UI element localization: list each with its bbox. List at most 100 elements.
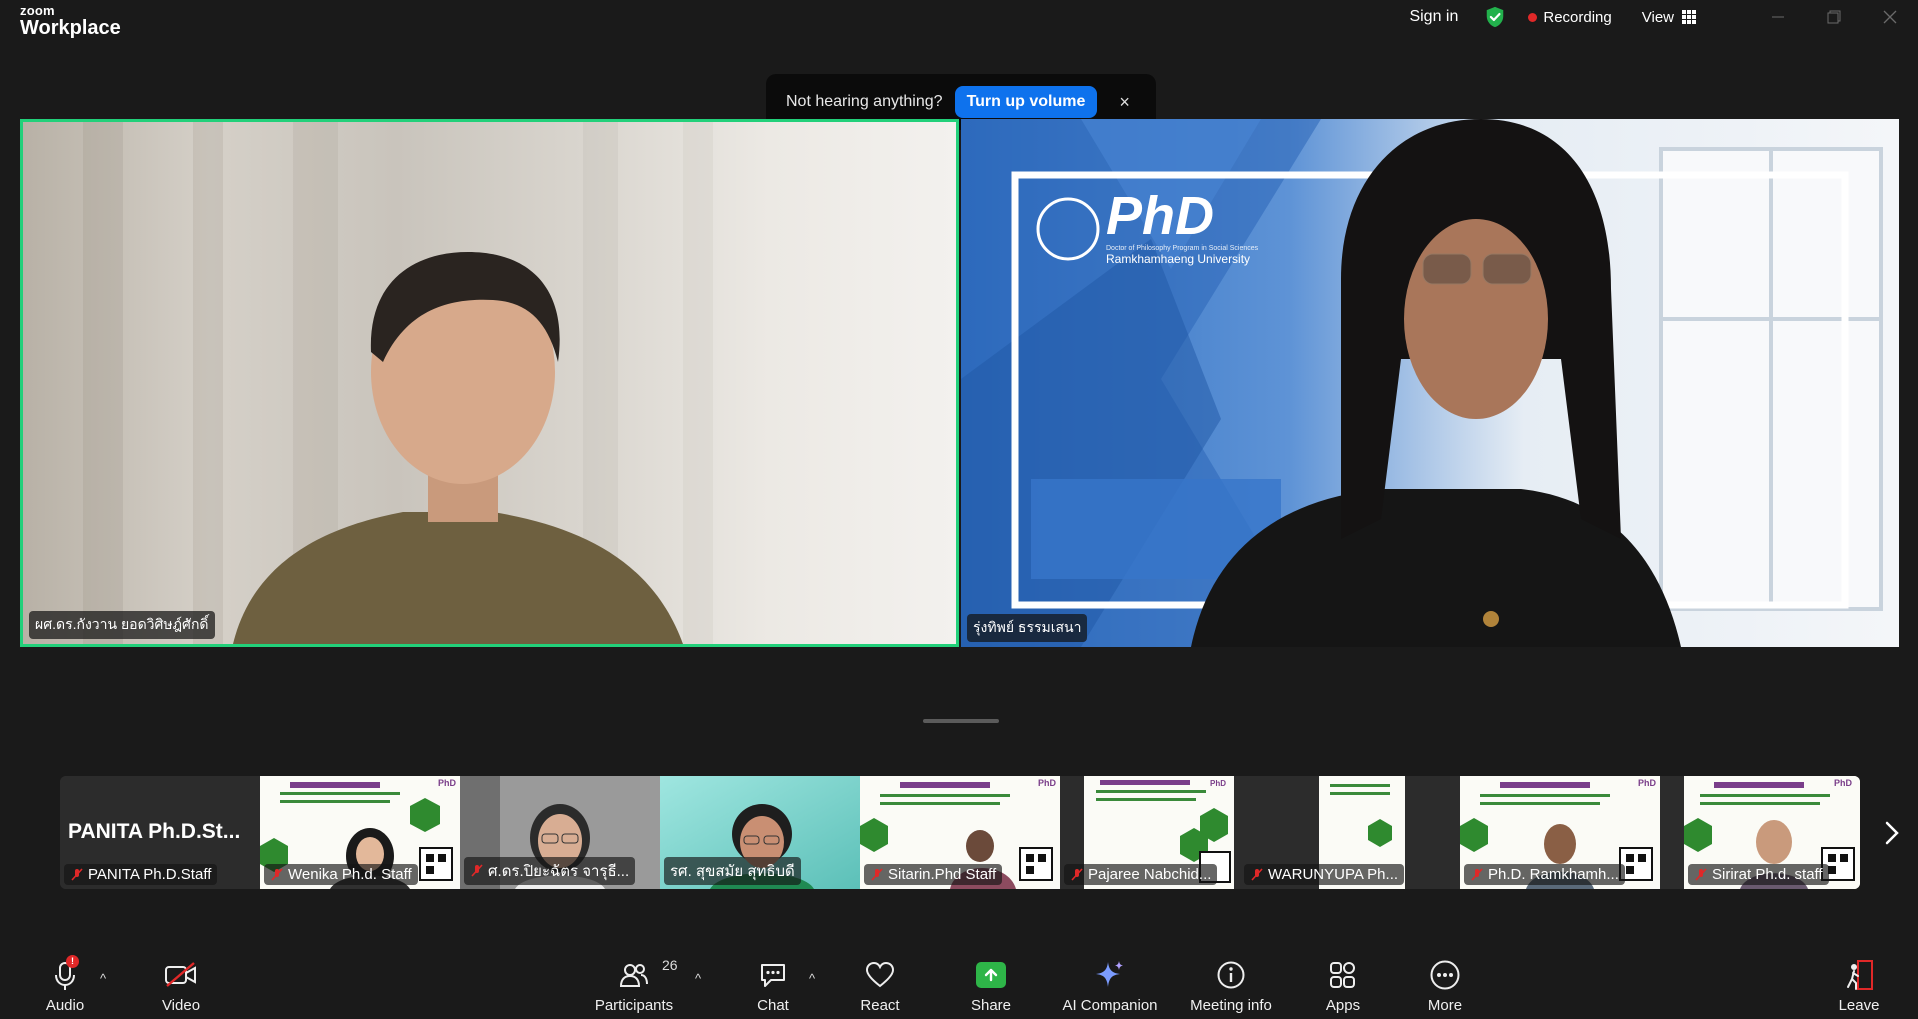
sign-in-link[interactable]: Sign in — [1409, 8, 1458, 26]
speaker-1-nameplate: ผศ.ดร.กังวาน ยอดวิศิษฎ์ศักดิ์ — [29, 611, 215, 639]
participants-options-chevron-up-icon[interactable]: ^ — [695, 971, 701, 986]
logo-workplace-text: Workplace — [20, 17, 121, 39]
mic-muted-icon — [1471, 867, 1483, 881]
thumbnail-name: รศ. สุขสมัย สุทธิบดี — [670, 863, 795, 880]
thumbnail-name: Sirirat Ph.d. staff — [1712, 866, 1823, 883]
recording-dot-icon — [1528, 12, 1538, 22]
apps-button[interactable]: Apps — [1293, 957, 1393, 1014]
mic-muted-icon — [271, 867, 283, 881]
participants-button[interactable]: 26 Participants — [584, 957, 684, 1014]
react-label: React — [860, 997, 900, 1014]
video-off-icon — [165, 962, 196, 987]
close-icon — [1883, 10, 1897, 24]
view-label: View — [1641, 8, 1674, 26]
thumbnail-nameplate: WARUNYUPA Ph... — [1244, 864, 1405, 885]
apps-icon — [1330, 962, 1355, 988]
thumbnail-nameplate: Wenika Ph.d. Staff — [264, 864, 418, 885]
thumbnail-nameplate: PANITA Ph.D.Staff — [64, 864, 218, 885]
logo-zoom-text: zoom — [20, 3, 55, 18]
participants-icon — [620, 964, 648, 987]
thumbnail-nameplate: Pajaree Nabchid... — [1064, 864, 1218, 885]
thumbnail-sirirat[interactable]: PhD Sirirat Ph.d. staff — [1684, 776, 1860, 889]
next-page-arrow-icon[interactable] — [1884, 820, 1900, 846]
thumbnail-nameplate: รศ. สุขสมัย สุทธิบดี — [664, 857, 801, 885]
security-shield-icon[interactable] — [1484, 6, 1506, 28]
svg-text:PhD: PhD — [438, 778, 457, 788]
svg-text:PhD: PhD — [1038, 778, 1057, 788]
meeting-toolbar: ! Audio ^ Video 26 Participants ^ Chat ^… — [0, 947, 1918, 1019]
thumbnail-wenika[interactable]: PhD Wenika Ph.d. Staff — [260, 776, 460, 889]
video-button[interactable]: Video — [131, 957, 231, 1014]
thumbnail-strip: PANITA Ph.D.St... PANITA Ph.D.Staff PhD … — [60, 776, 1860, 889]
toast-message: Not hearing anything? — [786, 93, 943, 110]
apps-label: Apps — [1325, 997, 1361, 1014]
meeting-info-button[interactable]: Meeting info — [1181, 957, 1281, 1014]
toast-close-icon[interactable]: × — [1119, 92, 1130, 113]
thumbnail-name: Wenika Ph.d. Staff — [288, 866, 412, 883]
share-button[interactable]: Share — [941, 957, 1041, 1014]
zoom-workplace-logo: zoom Workplace — [20, 4, 121, 38]
video-label: Video — [161, 997, 201, 1014]
thumbnail-pajaree[interactable]: PhD Pajaree Nabchid... — [1060, 776, 1240, 889]
phd-university-text: Ramkhamhaeng University — [1106, 252, 1251, 266]
thumbnail-warunyupa[interactable]: WARUNYUPA Ph... — [1240, 776, 1440, 889]
thumbnail-nameplate: ศ.ดร.ปิยะฉัตร จารุธี... — [464, 857, 636, 885]
recording-label: Recording — [1543, 8, 1612, 26]
thumbnail-name: WARUNYUPA Ph... — [1268, 866, 1399, 883]
phd-program-text: Doctor of Philosophy Program in Social S… — [1106, 245, 1259, 252]
leave-button[interactable]: Leave — [1809, 957, 1909, 1014]
info-icon — [1217, 961, 1245, 989]
chat-options-chevron-up-icon[interactable]: ^ — [809, 971, 815, 986]
thumbnail-nameplate: Sirirat Ph.d. staff — [1688, 864, 1829, 885]
thumbnail-nameplate: Ph.D. Ramkhamh... — [1464, 864, 1625, 885]
mic-muted-icon — [471, 864, 483, 877]
chat-icon — [761, 964, 785, 987]
view-button[interactable]: View — [1642, 9, 1696, 26]
phd-brand-text: PhD — [1106, 186, 1214, 246]
grid-icon — [1682, 10, 1696, 24]
title-bar: zoom Workplace Sign in Recording View — [0, 0, 1918, 46]
chat-label: Chat — [757, 997, 789, 1014]
svg-text:PhD: PhD — [1638, 778, 1657, 788]
react-button[interactable]: React — [830, 957, 930, 1014]
share-label: Share — [970, 997, 1012, 1014]
thumbnail-piyachat[interactable]: ศ.ดร.ปิยะฉัตร จารุธี... — [460, 776, 660, 889]
mic-muted-icon — [1071, 867, 1083, 881]
chat-button[interactable]: Chat — [723, 957, 823, 1014]
svg-text:PhD: PhD — [1210, 779, 1226, 788]
video-tile-speaker-2[interactable]: PhD Doctor of Philosophy Program in Soci… — [961, 119, 1899, 647]
thumbnail-name: Sitarin.Phd Staff — [888, 866, 997, 883]
thumbnail-panita[interactable]: PANITA Ph.D.St... PANITA Ph.D.Staff — [60, 776, 260, 889]
thumbnail-name: Pajaree Nabchid... — [1088, 866, 1212, 883]
audio-warning-badge: ! — [66, 955, 79, 968]
thumbnail-ramkhamhaeng[interactable]: PhD Ph.D. Ramkhamh... — [1460, 776, 1660, 889]
minimize-icon — [1772, 16, 1784, 18]
meeting-info-label: Meeting info — [1190, 997, 1272, 1014]
thumbnail-suksamai[interactable]: รศ. สุขสมัย สุทธิบดี — [660, 776, 860, 889]
more-icon — [1430, 960, 1460, 990]
thumbnail-nameplate: Sitarin.Phd Staff — [864, 864, 1003, 885]
ai-companion-button[interactable]: AI Companion — [1060, 957, 1160, 1014]
thumbnail-name: Ph.D. Ramkhamh... — [1488, 866, 1619, 883]
participants-label: Participants — [594, 997, 674, 1014]
more-button[interactable]: More — [1395, 957, 1495, 1014]
mic-muted-icon — [71, 867, 83, 881]
resize-handle[interactable] — [923, 719, 999, 723]
close-window-button[interactable] — [1862, 0, 1918, 34]
restore-button[interactable] — [1806, 0, 1862, 34]
audio-options-chevron-up-icon[interactable]: ^ — [100, 971, 106, 986]
thumbnail-name: ศ.ดร.ปิยะฉัตร จารุธี... — [488, 863, 630, 880]
more-label: More — [1427, 997, 1463, 1014]
audio-label: Audio — [45, 997, 85, 1014]
minimize-button[interactable] — [1750, 0, 1806, 34]
mic-muted-icon — [871, 867, 883, 881]
restore-icon — [1827, 10, 1841, 24]
heart-icon — [865, 961, 895, 988]
leave-label: Leave — [1838, 997, 1880, 1014]
turn-up-volume-button[interactable]: Turn up volume — [954, 86, 1098, 118]
leave-door-icon — [1847, 960, 1873, 990]
thumbnail-sitarin[interactable]: PhD Sitarin.Phd Staff — [860, 776, 1060, 889]
recording-indicator[interactable]: Recording — [1528, 8, 1612, 26]
svg-text:PhD: PhD — [1834, 778, 1853, 788]
video-tile-speaker-1[interactable]: ผศ.ดร.กังวาน ยอดวิศิษฎ์ศักดิ์ — [20, 119, 959, 647]
